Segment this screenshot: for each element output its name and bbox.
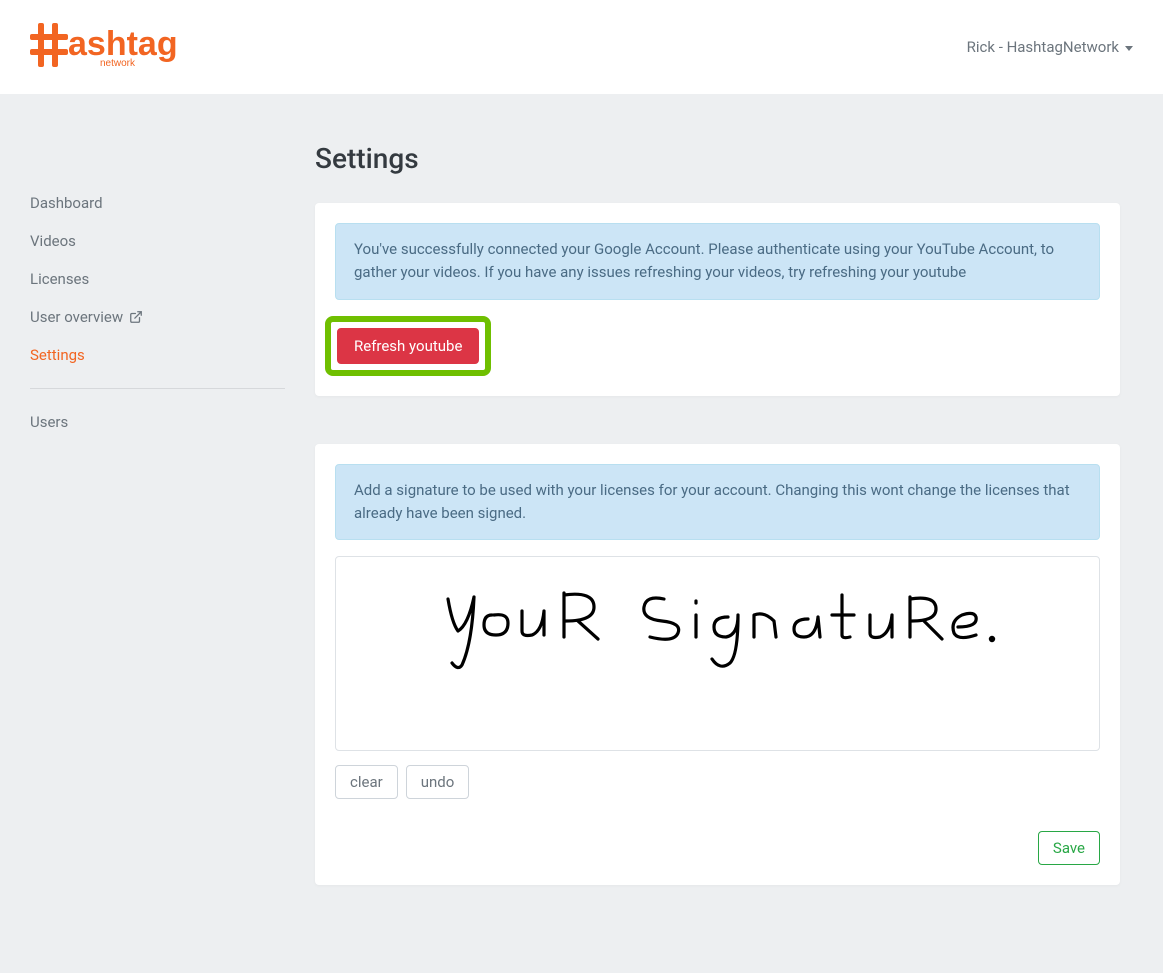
svg-text:network: network	[100, 58, 136, 69]
youtube-alert: You've successfully connected your Googl…	[335, 223, 1100, 300]
sidebar-item-licenses[interactable]: Licenses	[30, 260, 285, 298]
logo[interactable]: ashtag network	[30, 19, 208, 75]
main: Dashboard Videos Licenses User overview …	[0, 94, 1163, 973]
signature-alert: Add a signature to be used with your lic…	[335, 464, 1100, 541]
sidebar-item-videos[interactable]: Videos	[30, 222, 285, 260]
signature-actions: clear undo	[335, 765, 1100, 799]
sidebar-item-settings[interactable]: Settings	[30, 336, 285, 374]
signature-card: Add a signature to be used with your lic…	[315, 444, 1120, 886]
sidebar-item-label: Dashboard	[30, 194, 103, 212]
header: ashtag network Rick - HashtagNetwork	[0, 0, 1163, 94]
sidebar-item-label: Licenses	[30, 270, 89, 288]
youtube-card: You've successfully connected your Googl…	[315, 203, 1120, 396]
user-menu[interactable]: Rick - HashtagNetwork	[967, 38, 1133, 56]
logo-image: ashtag network	[30, 19, 208, 75]
clear-button[interactable]: clear	[335, 765, 398, 799]
sidebar-item-users[interactable]: Users	[30, 403, 285, 441]
undo-button[interactable]: undo	[406, 765, 470, 799]
user-menu-label: Rick - HashtagNetwork	[967, 38, 1119, 56]
chevron-down-icon	[1125, 46, 1133, 51]
sidebar-item-label: User overview	[30, 308, 123, 326]
signature-canvas[interactable]	[335, 556, 1100, 751]
sidebar: Dashboard Videos Licenses User overview …	[0, 94, 315, 973]
external-link-icon	[129, 310, 143, 324]
sidebar-item-label: Settings	[30, 346, 85, 364]
sidebar-item-dashboard[interactable]: Dashboard	[30, 184, 285, 222]
sidebar-item-user-overview[interactable]: User overview	[30, 298, 285, 336]
save-row: Save	[335, 831, 1100, 865]
content: Settings You've successfully connected y…	[315, 94, 1140, 973]
highlight-box: Refresh youtube	[325, 316, 491, 376]
save-button[interactable]: Save	[1038, 831, 1100, 865]
sidebar-divider	[30, 388, 285, 389]
sidebar-item-label: Videos	[30, 232, 76, 250]
sidebar-item-label: Users	[30, 413, 68, 431]
signature-drawing	[438, 581, 998, 681]
page-title: Settings	[315, 142, 1120, 175]
refresh-youtube-button[interactable]: Refresh youtube	[337, 328, 479, 364]
